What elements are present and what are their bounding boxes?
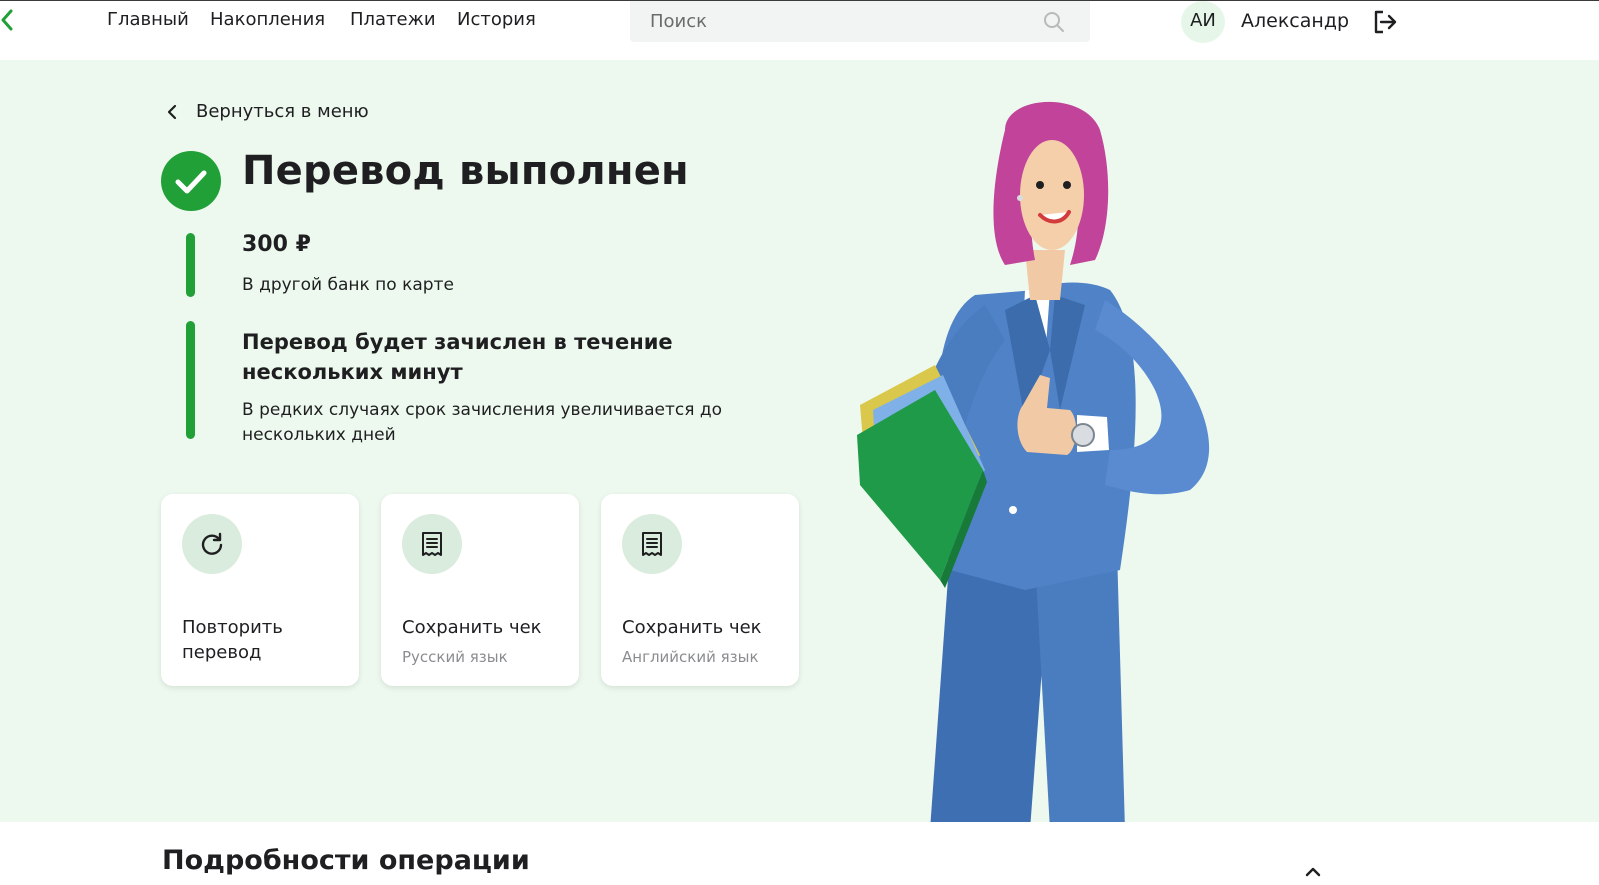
card-sublabel: Русский язык	[402, 648, 508, 666]
operation-details-title: Подробности операции	[162, 845, 530, 876]
status-bar-amount	[186, 233, 195, 297]
save-receipt-ru-button[interactable]: Сохранить чек Русский язык	[381, 494, 579, 686]
repeat-icon	[201, 532, 223, 555]
search-box	[630, 1, 1090, 42]
nav-main[interactable]: Главный	[107, 9, 189, 30]
search-icon[interactable]	[1042, 10, 1066, 34]
card-label: Сохранить чек	[622, 617, 762, 638]
check-circle-icon	[161, 151, 221, 211]
operation-result-section: Вернуться в меню Перевод выполнен 300 ₽ …	[0, 60, 1599, 822]
search-input[interactable]	[650, 1, 1030, 42]
save-receipt-en-button[interactable]: Сохранить чек Английский язык	[601, 494, 799, 686]
receipt-icon	[422, 532, 442, 556]
logout-icon[interactable]	[1372, 9, 1398, 35]
receipt-icon-circle	[622, 514, 682, 574]
repeat-icon-circle	[182, 514, 242, 574]
credit-time-title: Перевод будет зачислен в течение несколь…	[242, 330, 673, 384]
repeat-transfer-button[interactable]: Повторить перевод	[161, 494, 359, 686]
card-label: Сохранить чек	[402, 617, 542, 638]
chevron-left-icon	[167, 104, 177, 120]
logo-chevron-icon[interactable]	[0, 9, 14, 31]
top-header: Главный Накопления Платежи История АИ Ал…	[0, 1, 1599, 61]
receipt-icon	[642, 532, 662, 556]
transfer-type: В другой банк по карте	[242, 275, 454, 295]
nav-payments[interactable]: Платежи	[350, 9, 436, 30]
receipt-icon-circle	[402, 514, 462, 574]
avatar[interactable]: АИ	[1181, 1, 1225, 43]
status-bar-note	[186, 321, 195, 439]
back-label: Вернуться в меню	[196, 101, 369, 122]
card-sublabel: Английский язык	[622, 648, 759, 666]
nav-savings[interactable]: Накопления	[210, 9, 325, 30]
user-name[interactable]: Александр	[1241, 10, 1349, 32]
page-title: Перевод выполнен	[242, 148, 689, 194]
transfer-amount: 300 ₽	[242, 232, 311, 257]
nav-history[interactable]: История	[457, 9, 536, 30]
card-label: Повторить перевод	[182, 617, 283, 663]
chevron-up-icon[interactable]	[1304, 865, 1322, 879]
woman-illustration	[857, 101, 1210, 822]
credit-time-note: В редких случаях срок зачисления увеличи…	[242, 400, 722, 445]
